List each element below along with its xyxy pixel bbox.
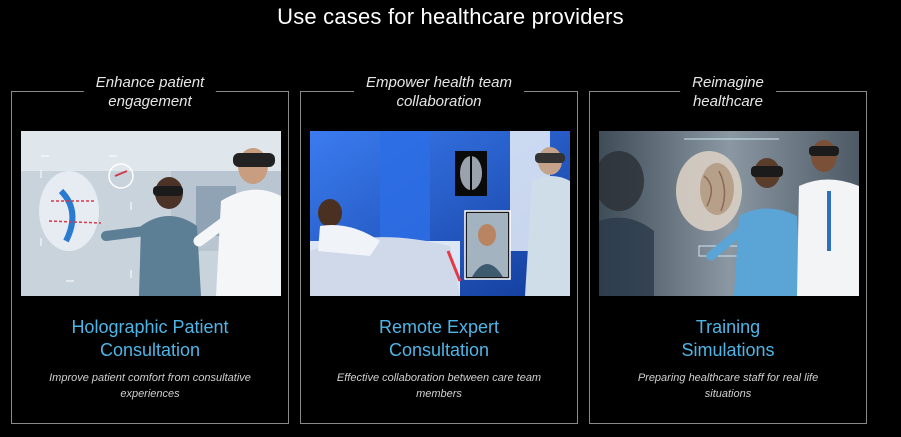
card-heading: Empower health team collaboration <box>354 73 524 111</box>
card-description: Preparing healthcare staff for real life… <box>637 372 819 400</box>
holographic-consultation-photo <box>21 131 281 296</box>
card-title: Training Simulations <box>681 317 775 360</box>
card-description: Improve patient comfort from consultativ… <box>49 372 251 400</box>
card-heading: Enhance patient engagement <box>83 73 217 111</box>
use-case-card-holographic: Enhance patient engagement Holographic P… <box>11 73 289 424</box>
use-case-card-training: Reimagine healthcare Training Simulation… <box>589 73 867 424</box>
card-title: Remote Expert Consultation <box>378 317 500 360</box>
use-case-card-remote-expert: Empower health team collaboration Remote… <box>300 73 578 424</box>
card-heading: Reimagine healthcare <box>680 73 776 111</box>
card-description: Effective collaboration between care tea… <box>336 372 542 400</box>
training-simulation-photo <box>599 131 859 296</box>
card-title: Holographic Patient Consultation <box>71 317 229 360</box>
page-title: Use cases for healthcare providers <box>277 4 624 29</box>
remote-expert-photo <box>310 131 570 296</box>
